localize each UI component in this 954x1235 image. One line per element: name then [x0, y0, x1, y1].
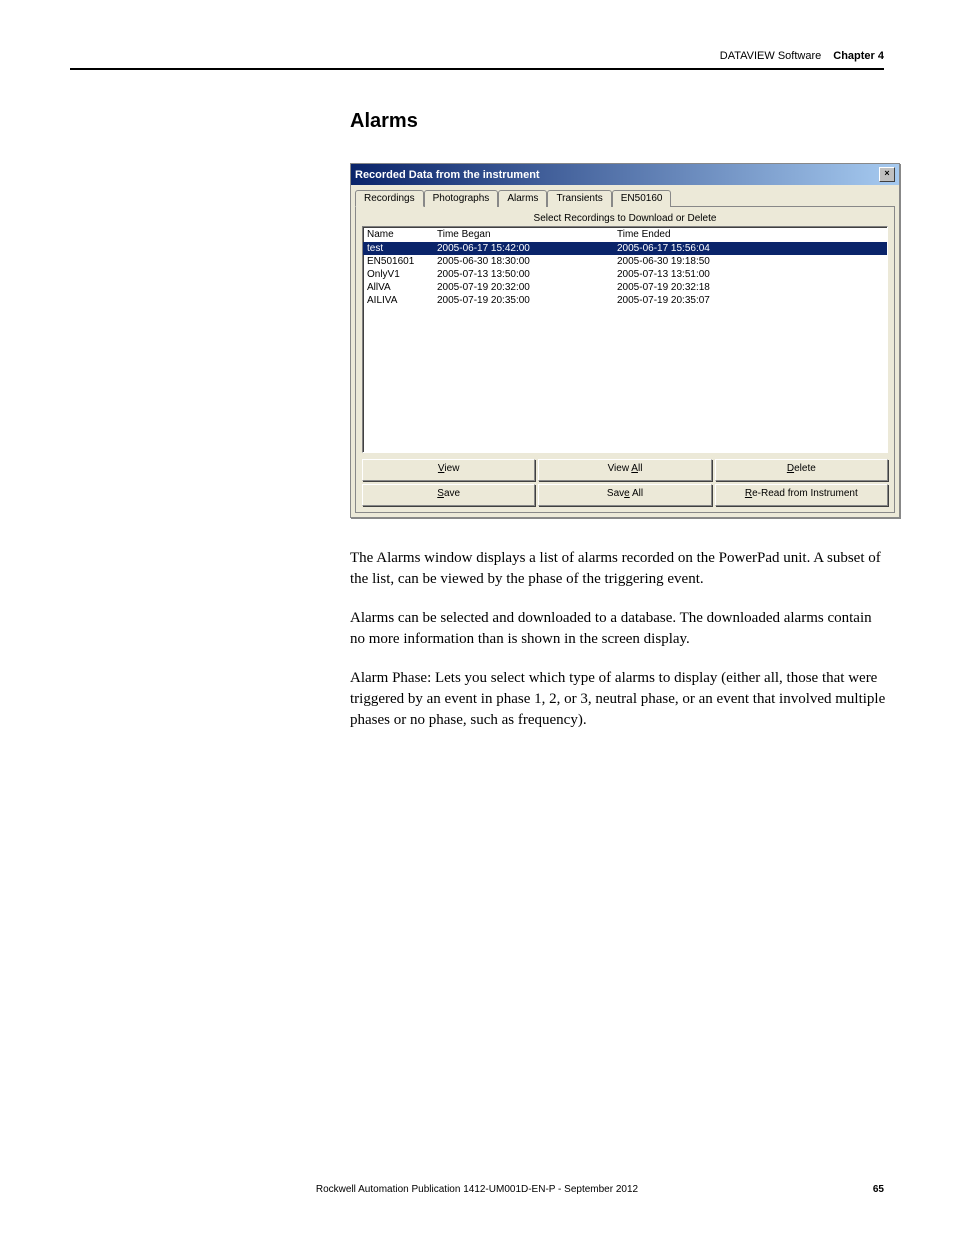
col-header-ended: Time Ended — [617, 229, 883, 240]
table-row[interactable]: EN5016012005-06-30 18:30:002005-06-30 19… — [363, 255, 887, 268]
table-row[interactable]: AILIVA2005-07-19 20:35:002005-07-19 20:3… — [363, 294, 887, 307]
cell-began: 2005-06-30 18:30:00 — [437, 255, 617, 268]
header-software: DATAVIEW Software — [720, 50, 821, 62]
tab-row: Recordings Photographs Alarms Transients… — [351, 185, 899, 206]
table-row[interactable]: test2005-06-17 15:42:002005-06-17 15:56:… — [363, 242, 887, 255]
save-button[interactable]: Save — [362, 484, 535, 506]
reread-button[interactable]: Re-Read from Instrument — [715, 484, 888, 506]
paragraph: Alarm Phase: Lets you select which type … — [350, 668, 890, 731]
cell-name: test — [367, 242, 437, 255]
groupbox-label: Select Recordings to Download or Delete — [362, 213, 888, 224]
section-title: Alarms — [350, 110, 884, 133]
view-button[interactable]: View — [362, 459, 535, 481]
footer-page-number: 65 — [844, 1184, 884, 1195]
cell-ended: 2005-06-30 19:18:50 — [617, 255, 883, 268]
paragraph: Alarms can be selected and downloaded to… — [350, 608, 890, 650]
cell-began: 2005-07-19 20:32:00 — [437, 281, 617, 294]
tab-alarms[interactable]: Alarms — [498, 190, 547, 207]
header-chapter: Chapter 4 — [833, 50, 884, 62]
tab-transients[interactable]: Transients — [547, 190, 611, 207]
save-all-button[interactable]: Save All — [538, 484, 711, 506]
table-row[interactable]: OnlyV12005-07-13 13:50:002005-07-13 13:5… — [363, 268, 887, 281]
cell-name: AILIVA — [367, 294, 437, 307]
cell-name: EN501601 — [367, 255, 437, 268]
cell-ended: 2005-07-19 20:35:07 — [617, 294, 883, 307]
cell-began: 2005-07-13 13:50:00 — [437, 268, 617, 281]
col-header-name: Name — [367, 229, 437, 240]
cell-name: AllVA — [367, 281, 437, 294]
tab-recordings[interactable]: Recordings — [355, 190, 424, 207]
cell-began: 2005-07-19 20:35:00 — [437, 294, 617, 307]
footer-publication: Rockwell Automation Publication 1412-UM0… — [110, 1184, 844, 1195]
recordings-listbox[interactable]: Name Time Began Time Ended test2005-06-1… — [362, 226, 888, 453]
cell-name: OnlyV1 — [367, 268, 437, 281]
paragraph: The Alarms window displays a list of ala… — [350, 548, 890, 590]
table-row[interactable]: AllVA2005-07-19 20:32:002005-07-19 20:32… — [363, 281, 887, 294]
delete-button[interactable]: Delete — [715, 459, 888, 481]
cell-began: 2005-06-17 15:42:00 — [437, 242, 617, 255]
dialog-titlebar: Recorded Data from the instrument × — [351, 164, 899, 185]
cell-ended: 2005-07-13 13:51:00 — [617, 268, 883, 281]
cell-ended: 2005-07-19 20:32:18 — [617, 281, 883, 294]
tab-en50160[interactable]: EN50160 — [612, 190, 672, 207]
dialog-title: Recorded Data from the instrument — [355, 169, 540, 181]
cell-ended: 2005-06-17 15:56:04 — [617, 242, 883, 255]
tab-photographs[interactable]: Photographs — [424, 190, 499, 207]
recorded-data-dialog: Recorded Data from the instrument × Reco… — [350, 163, 900, 518]
view-all-button[interactable]: View All — [538, 459, 711, 481]
list-headers: Name Time Began Time Ended — [363, 227, 887, 242]
tab-content: Select Recordings to Download or Delete … — [355, 206, 895, 513]
close-icon[interactable]: × — [879, 167, 895, 182]
col-header-began: Time Began — [437, 229, 617, 240]
body-text: The Alarms window displays a list of ala… — [350, 548, 890, 731]
header-rule — [70, 68, 884, 70]
